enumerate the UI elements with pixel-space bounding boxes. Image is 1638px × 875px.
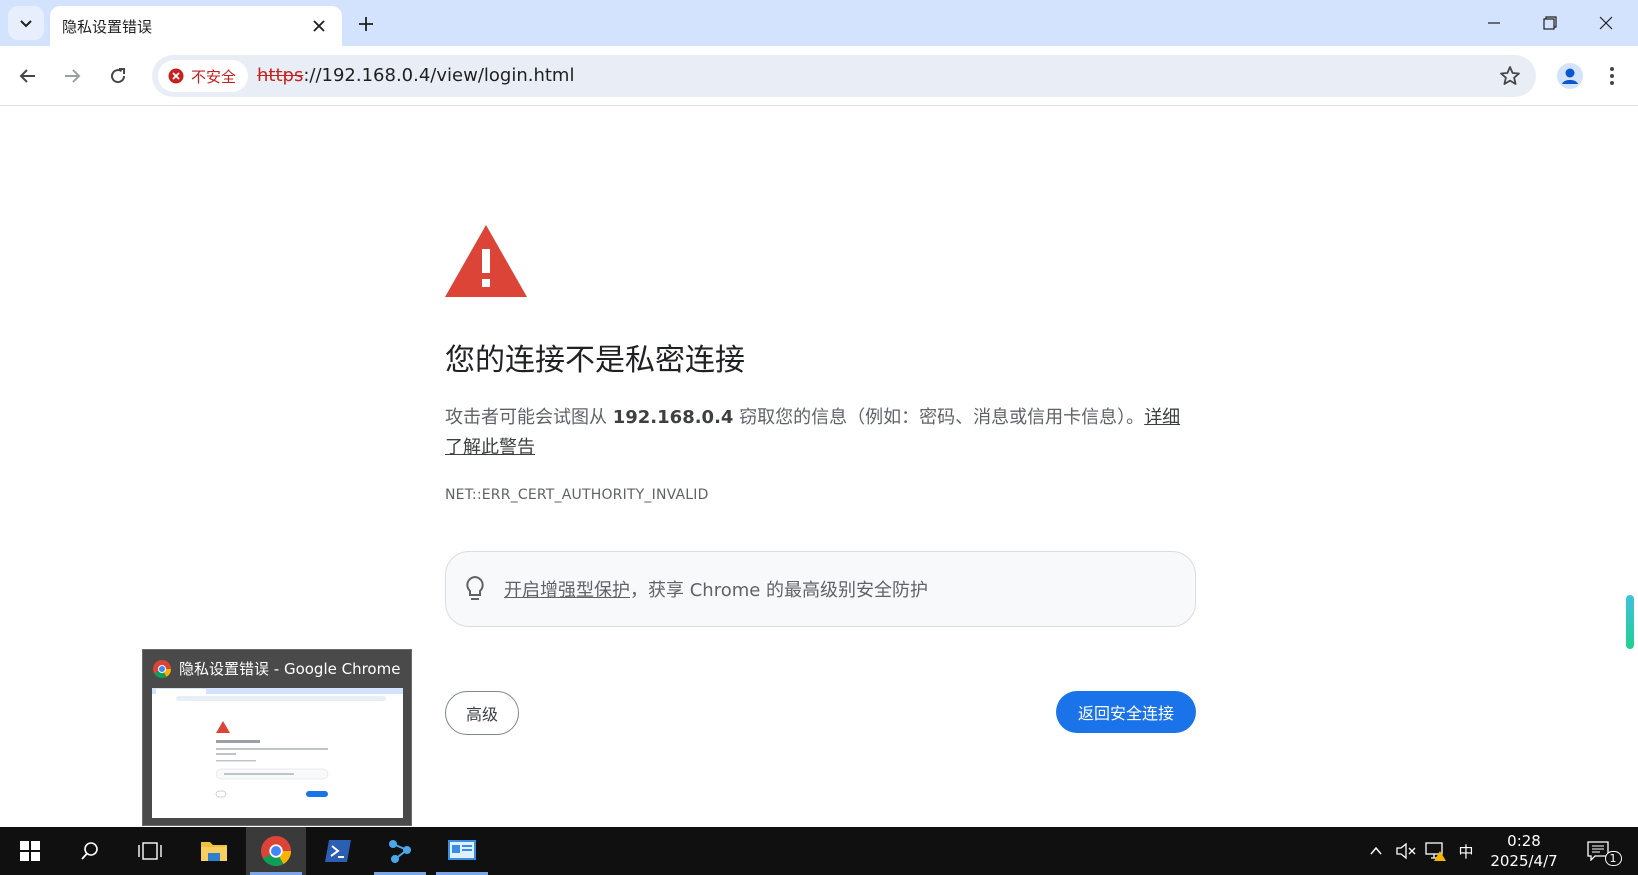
preview-title: 隐私设置错误 - Google Chrome [153,658,400,679]
network-topology-icon [389,840,411,863]
active-tab[interactable]: 隐私设置错误 [50,6,342,46]
more-vert-icon [1610,67,1614,85]
arrow-right-icon [65,69,81,83]
page-title: 您的连接不是私密连接 [445,343,745,378]
browser-toolbar: 不安全 https://192.168.0.4/view/login.html [0,46,1638,106]
enhanced-protection-text: 开启增强型保护，获享 Chrome 的最高级别安全防护 [504,576,928,602]
chevron-up-icon [1370,846,1382,855]
back-to-safety-button[interactable]: 返回安全连接 [1056,691,1196,733]
search-icon [81,842,98,860]
start-button[interactable] [0,827,60,875]
security-chip[interactable]: 不安全 [158,60,249,92]
speaker-muted-icon [1396,842,1416,860]
close-window-button[interactable] [1578,0,1634,46]
clock-date: 2025/4/7 [1490,852,1558,870]
taskbar-powershell[interactable] [308,827,368,875]
task-view-button[interactable] [120,827,180,875]
chrome-icon [153,659,171,678]
warning-description: 攻击者可能会试图从 192.168.0.4 窃取您的信息（例如：密码、消息或信用… [445,403,1197,463]
folder-icon [201,842,227,861]
show-hidden-icons-button[interactable] [1362,827,1390,875]
warning-triangle-icon [445,225,527,297]
clock-time: 0:28 [1507,832,1541,850]
advanced-button[interactable]: 高级 [445,691,519,735]
control-panel-icon [448,840,476,860]
description-suffix: 窃取您的信息（例如：密码、消息或信用卡信息）。 [739,407,1145,428]
avatar-icon [1557,63,1583,89]
not-secure-icon [168,68,184,84]
close-icon [1599,16,1613,30]
close-icon [313,20,325,32]
lightbulb-icon [466,575,484,600]
taskbar-file-explorer[interactable] [184,827,244,875]
forward-button[interactable] [54,58,90,94]
minimize-icon [1488,22,1500,24]
minimize-button[interactable] [1466,0,1522,46]
network-status-button[interactable] [1422,827,1450,875]
back-button[interactable] [10,58,46,94]
taskbar-control-panel[interactable] [432,827,492,875]
task-view-icon [138,842,162,860]
chevron-down-icon [20,20,32,28]
windows-logo-icon [20,841,40,861]
taskbar-network-app[interactable] [370,827,430,875]
chrome-menu-button[interactable] [1598,58,1626,94]
windows-taskbar: 中 0:28 2025/4/7 1 [0,827,1638,875]
tab-search-button[interactable] [8,6,44,40]
plus-icon [359,17,373,31]
star-icon [1500,66,1520,85]
enhanced-protection-suffix: ，获享 Chrome 的最高级别安全防护 [630,580,929,601]
scroll-indicator[interactable] [1626,595,1634,649]
taskbar-preview[interactable]: 隐私设置错误 - Google Chrome [142,649,412,826]
powershell-icon [325,840,351,862]
bookmark-button[interactable] [1498,64,1522,88]
page-thumbnail-image [152,688,403,798]
arrow-left-icon [19,69,35,83]
system-clock[interactable]: 0:28 2025/4/7 [1476,831,1572,871]
volume-button[interactable] [1392,827,1420,875]
url-scheme: https [257,65,304,86]
restore-icon [1543,16,1557,30]
search-button[interactable] [60,827,120,875]
network-warning-icon [1425,842,1446,861]
enhanced-protection-link[interactable]: 开启增强型保护 [504,580,630,601]
error-code: NET::ERR_CERT_AUTHORITY_INVALID [445,487,709,503]
new-tab-button[interactable] [352,10,380,38]
tab-title: 隐私设置错误 [62,17,153,36]
host-name: 192.168.0.4 [612,407,734,428]
tab-close-button[interactable] [308,15,330,37]
reload-button[interactable] [100,58,136,94]
url-text[interactable]: https://192.168.0.4/view/login.html [257,65,574,86]
description-prefix: 攻击者可能会试图从 [445,407,607,428]
preview-title-text: 隐私设置错误 - Google Chrome [179,660,401,678]
notification-center-button[interactable]: 1 [1584,827,1624,875]
security-label: 不安全 [191,67,237,86]
taskbar-chrome[interactable] [246,827,306,875]
title-bar: 隐私设置错误 [0,0,1638,46]
chrome-icon [261,836,291,866]
enhanced-protection-box: 开启增强型保护，获享 Chrome 的最高级别安全防护 [445,551,1196,627]
restore-button[interactable] [1522,0,1578,46]
preview-thumbnail [152,688,403,818]
profile-button[interactable] [1552,58,1588,94]
reload-icon [111,68,126,84]
address-bar[interactable]: 不安全 https://192.168.0.4/view/login.html [152,55,1536,97]
url-path: ://192.168.0.4/view/login.html [303,65,575,86]
notification-count: 1 [1604,850,1622,866]
